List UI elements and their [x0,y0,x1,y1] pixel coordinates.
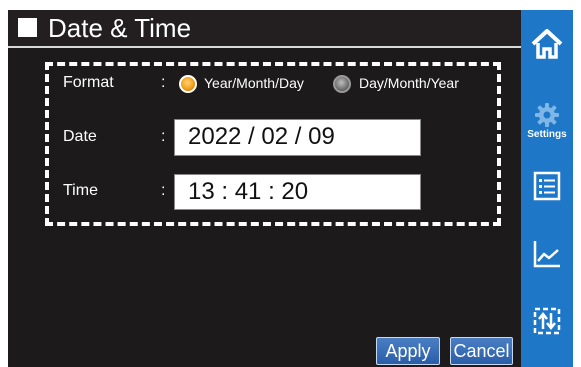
format-radio-dmy[interactable] [333,75,351,93]
gear-icon [535,103,559,127]
device-screen: Date & Time Format : Year/Month/Day Day/… [8,10,573,367]
date-label: Date [63,128,97,145]
transfer-icon [533,307,561,335]
format-option-ymd-label[interactable]: Year/Month/Day [204,75,304,91]
time-field[interactable]: 13 : 41 : 20 [174,174,421,210]
apply-button[interactable]: Apply [376,337,440,365]
page-title: Date & Time [48,13,192,43]
title-square-icon [18,18,37,37]
line-chart-icon [533,241,560,268]
date-separator: : [161,128,166,145]
format-radio-ymd[interactable] [179,75,197,93]
title-bar: Date & Time [8,10,521,46]
list-icon [533,171,561,201]
format-label: Format [63,74,114,91]
home-icon [531,29,563,59]
sidebar-item-home[interactable] [521,28,573,60]
cancel-button[interactable]: Cancel [450,337,513,365]
time-label: Time [63,182,98,199]
date-field[interactable]: 2022 / 02 / 09 [174,119,421,156]
sidebar-item-chart[interactable] [521,239,573,269]
sidebar: Settings [521,10,573,367]
sidebar-item-settings[interactable]: Settings [521,102,573,140]
sidebar-item-settings-label: Settings [527,129,567,140]
title-divider [8,46,521,48]
format-separator: : [161,74,166,91]
sidebar-item-list[interactable] [521,171,573,201]
time-separator: : [161,182,166,199]
sidebar-item-transfer[interactable] [521,306,573,336]
format-option-dmy-label[interactable]: Day/Month/Year [359,75,459,91]
